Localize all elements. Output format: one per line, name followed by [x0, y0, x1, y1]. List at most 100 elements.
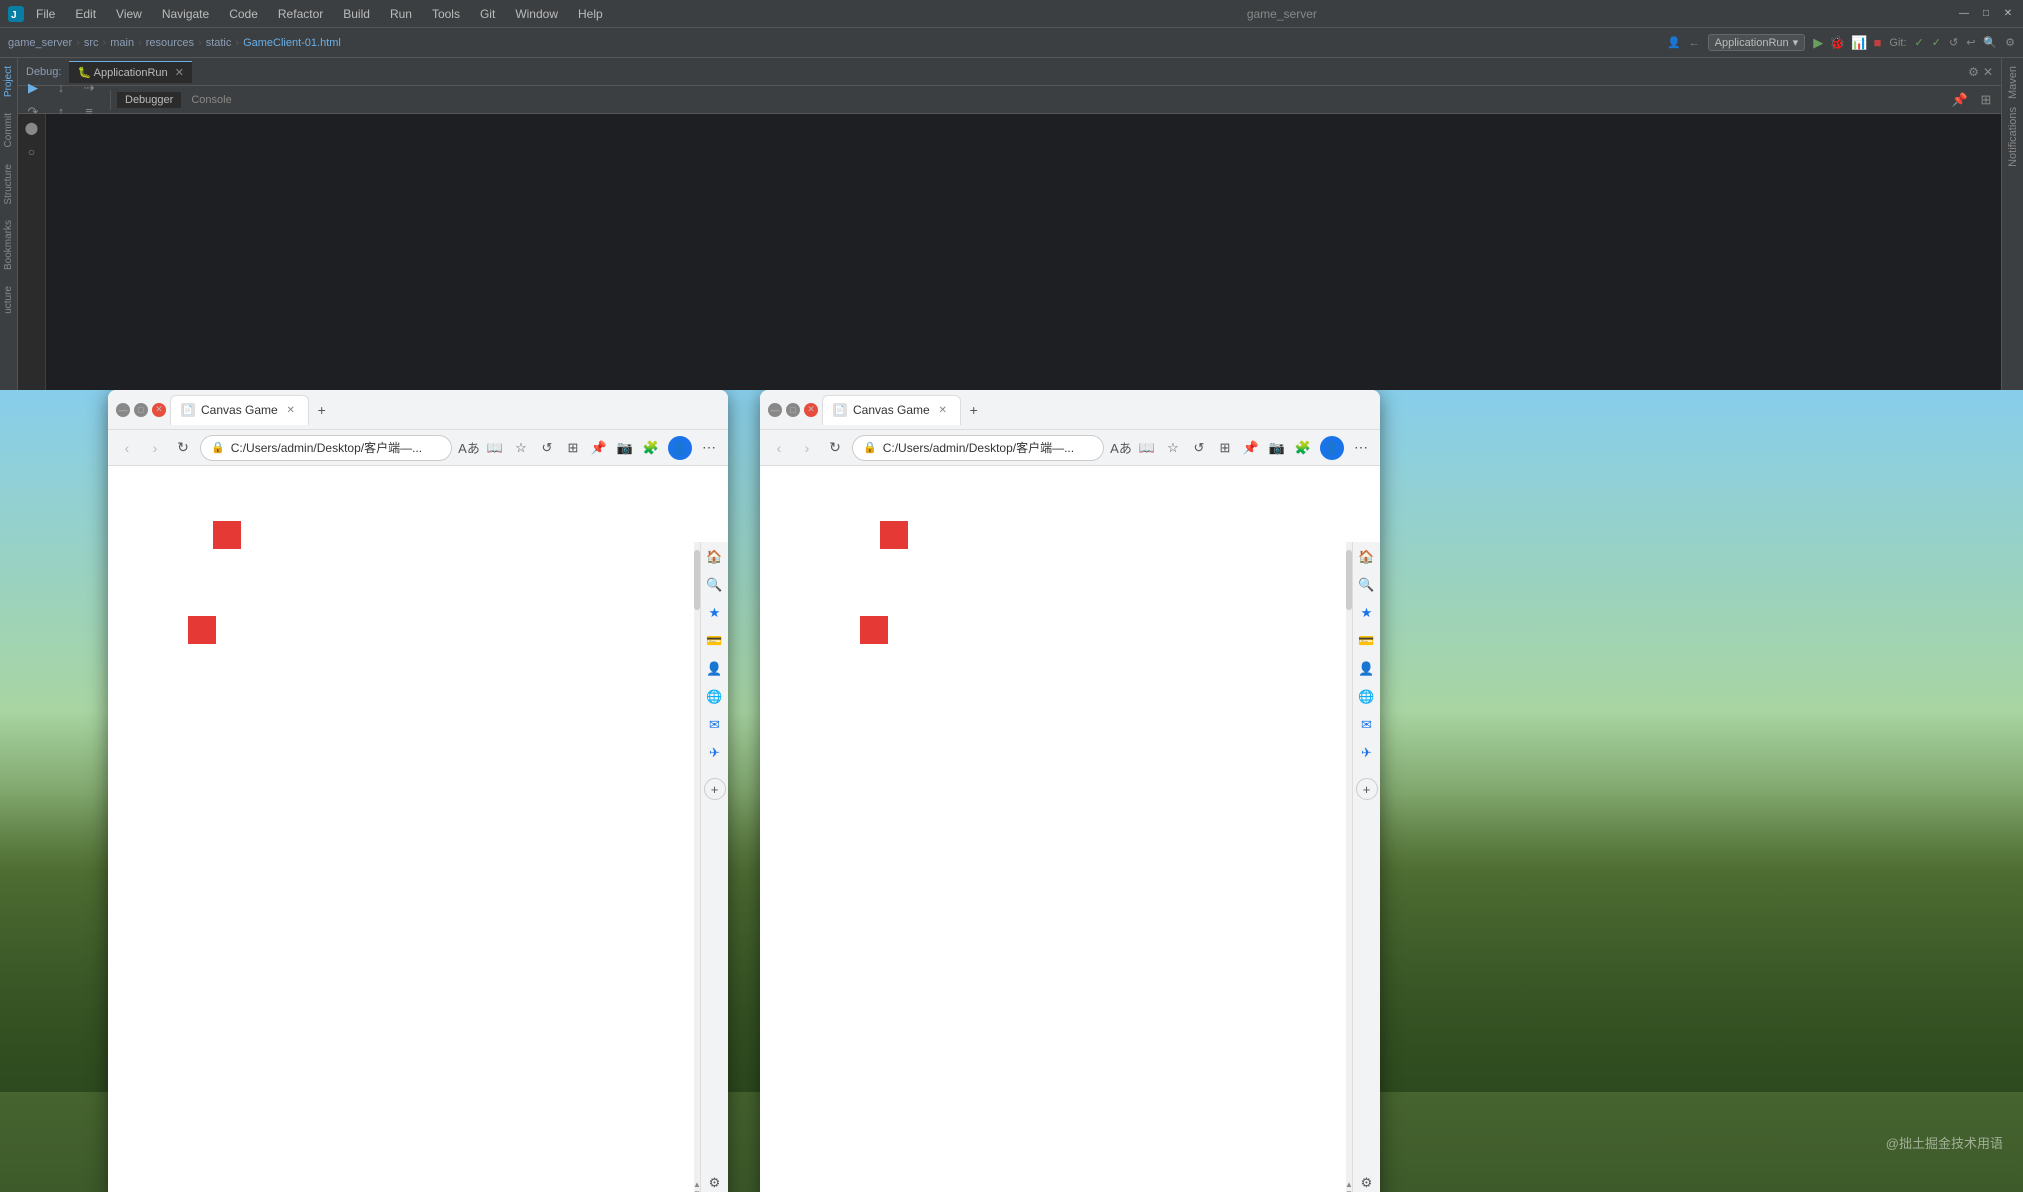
breadcrumb-src[interactable]: src: [84, 37, 99, 49]
br-add-right[interactable]: +: [1356, 778, 1378, 800]
step-into-button[interactable]: ↓: [50, 77, 72, 99]
extension-icon-left[interactable]: 🧩: [640, 437, 662, 459]
browser-sidebar-wallet-right[interactable]: 💳: [1356, 630, 1378, 652]
browser-menu-right[interactable]: ⋯: [1350, 437, 1372, 459]
breadcrumb-static[interactable]: static: [206, 37, 232, 49]
browser-close-left[interactable]: ✕: [152, 403, 166, 417]
translate-icon-right[interactable]: Aあ: [1110, 437, 1132, 459]
debug-tab-close[interactable]: ✕: [175, 67, 184, 79]
pin-tab-button[interactable]: 📌: [1949, 89, 1971, 111]
breadcrumb-main[interactable]: main: [110, 37, 134, 49]
profile-avatar-left[interactable]: 👤: [668, 436, 692, 460]
browser-sidebar-settings-left[interactable]: ⚙: [704, 1172, 726, 1192]
extension-icon-right[interactable]: 🧩: [1292, 437, 1314, 459]
mute-icon[interactable]: ○: [22, 142, 42, 162]
refresh2-icon-left[interactable]: ↺: [536, 437, 558, 459]
split-view-icon-right[interactable]: ⊞: [1214, 437, 1236, 459]
refresh-left[interactable]: ↻: [172, 437, 194, 459]
menu-refactor[interactable]: Refactor: [274, 5, 327, 23]
sidebar-commit[interactable]: Commit: [1, 105, 16, 155]
restore-layout-button[interactable]: ⊞: [1975, 89, 1997, 111]
browser-sidebar-search-left[interactable]: 🔍: [704, 574, 726, 596]
sidebar-bookmarks[interactable]: Bookmarks: [1, 212, 16, 278]
browser-max-left[interactable]: □: [134, 403, 148, 417]
menu-build[interactable]: Build: [339, 5, 374, 23]
menu-help[interactable]: Help: [574, 5, 607, 23]
notifications-label[interactable]: Notifications: [2007, 103, 2019, 171]
menu-edit[interactable]: Edit: [71, 5, 100, 23]
menu-git[interactable]: Git: [476, 5, 499, 23]
reader-icon-left[interactable]: 📖: [484, 437, 506, 459]
menu-tools[interactable]: Tools: [428, 5, 464, 23]
browser-sidebar-mail-right[interactable]: ✉: [1356, 714, 1378, 736]
debug-run-button[interactable]: 🐞: [1829, 35, 1845, 51]
browser-sidebar-favorites-right[interactable]: ★: [1356, 602, 1378, 624]
browser-sidebar-home-right[interactable]: 🏠: [1356, 546, 1378, 568]
menu-view[interactable]: View: [112, 5, 146, 23]
refresh-right[interactable]: ↻: [824, 437, 846, 459]
menu-code[interactable]: Code: [225, 5, 262, 23]
back-arrow-right[interactable]: ‹: [768, 437, 790, 459]
run-config-selector[interactable]: ApplicationRun ▾: [1708, 34, 1806, 51]
menu-file[interactable]: File: [32, 5, 59, 23]
browser-sidebar-settings-right[interactable]: ⚙: [1356, 1172, 1378, 1192]
address-bar-right[interactable]: 🔒 C:/Users/admin/Desktop/客户端—...: [852, 435, 1104, 461]
browser-sidebar-chat-left[interactable]: ✈: [704, 742, 726, 764]
pin-icon-left[interactable]: 📌: [588, 437, 610, 459]
run-to-cursor-button[interactable]: ⇢: [78, 77, 100, 99]
menu-navigate[interactable]: Navigate: [158, 5, 213, 23]
reader-icon-right[interactable]: 📖: [1136, 437, 1158, 459]
breadcrumb-resources[interactable]: resources: [146, 37, 194, 49]
tab-close-right[interactable]: ✕: [936, 403, 950, 417]
pin-icon-right[interactable]: 📌: [1240, 437, 1262, 459]
tab-debugger[interactable]: Debugger: [117, 92, 181, 108]
refresh2-icon-right[interactable]: ↺: [1188, 437, 1210, 459]
browser-scrollbar-right[interactable]: [1346, 542, 1352, 1192]
git-refresh[interactable]: ↺: [1949, 36, 1958, 49]
sidebar-ucture[interactable]: ucture: [1, 278, 16, 322]
browser-sidebar-user-left[interactable]: 👤: [704, 658, 726, 680]
browser-tab-left[interactable]: 📄 Canvas Game ✕: [170, 395, 309, 425]
stop-button[interactable]: ■: [1874, 35, 1882, 50]
br-add-left[interactable]: +: [704, 778, 726, 800]
browser-sidebar-user-right[interactable]: 👤: [1356, 658, 1378, 680]
breakpoints-icon[interactable]: ⬤: [22, 118, 42, 138]
browser-sidebar-home-left[interactable]: 🏠: [704, 546, 726, 568]
browser-sidebar-globe-right[interactable]: 🌐: [1356, 686, 1378, 708]
sidebar-structure[interactable]: Structure: [1, 156, 16, 213]
browser-scrollbar-left[interactable]: [694, 542, 700, 1192]
favorites-icon-right[interactable]: ☆: [1162, 437, 1184, 459]
vcs-icon[interactable]: 👤: [1667, 36, 1681, 49]
browser-menu-left[interactable]: ⋯: [698, 437, 720, 459]
browser-sidebar-search-right[interactable]: 🔍: [1356, 574, 1378, 596]
forward-arrow-right[interactable]: ›: [796, 437, 818, 459]
close-button[interactable]: ✕: [2001, 7, 2015, 21]
tab-close-left[interactable]: ✕: [284, 403, 298, 417]
new-tab-left[interactable]: +: [315, 403, 329, 417]
scrollbar-thumb-right[interactable]: [1346, 550, 1352, 610]
navigate-back-icon[interactable]: ←: [1689, 37, 1700, 49]
tab-console[interactable]: Console: [183, 92, 239, 108]
browser-sidebar-chat-right[interactable]: ✈: [1356, 742, 1378, 764]
screenshot-icon-right[interactable]: 📷: [1266, 437, 1288, 459]
back-arrow-left[interactable]: ‹: [116, 437, 138, 459]
browser-sidebar-favorites-left[interactable]: ★: [704, 602, 726, 624]
split-view-icon-left[interactable]: ⊞: [562, 437, 584, 459]
browser-sidebar-mail-left[interactable]: ✉: [704, 714, 726, 736]
profile-avatar-right[interactable]: 👤: [1320, 436, 1344, 460]
debug-close-icon[interactable]: ✕: [1983, 65, 1993, 79]
menu-window[interactable]: Window: [511, 5, 562, 23]
resume-button[interactable]: ▶: [22, 77, 44, 99]
menu-run[interactable]: Run: [386, 5, 416, 23]
forward-arrow-left[interactable]: ›: [144, 437, 166, 459]
browser-max-right[interactable]: □: [786, 403, 800, 417]
maximize-button[interactable]: □: [1979, 7, 1993, 21]
scroll-up-left[interactable]: ▲: [693, 1180, 701, 1189]
git-undo[interactable]: ↩: [1966, 36, 1975, 49]
browser-min-left[interactable]: —: [116, 403, 130, 417]
new-tab-right[interactable]: +: [967, 403, 981, 417]
git-check1[interactable]: ✓: [1915, 36, 1924, 49]
run-button[interactable]: ▶: [1813, 35, 1823, 51]
browser-min-right[interactable]: —: [768, 403, 782, 417]
git-check2[interactable]: ✓: [1932, 36, 1941, 49]
